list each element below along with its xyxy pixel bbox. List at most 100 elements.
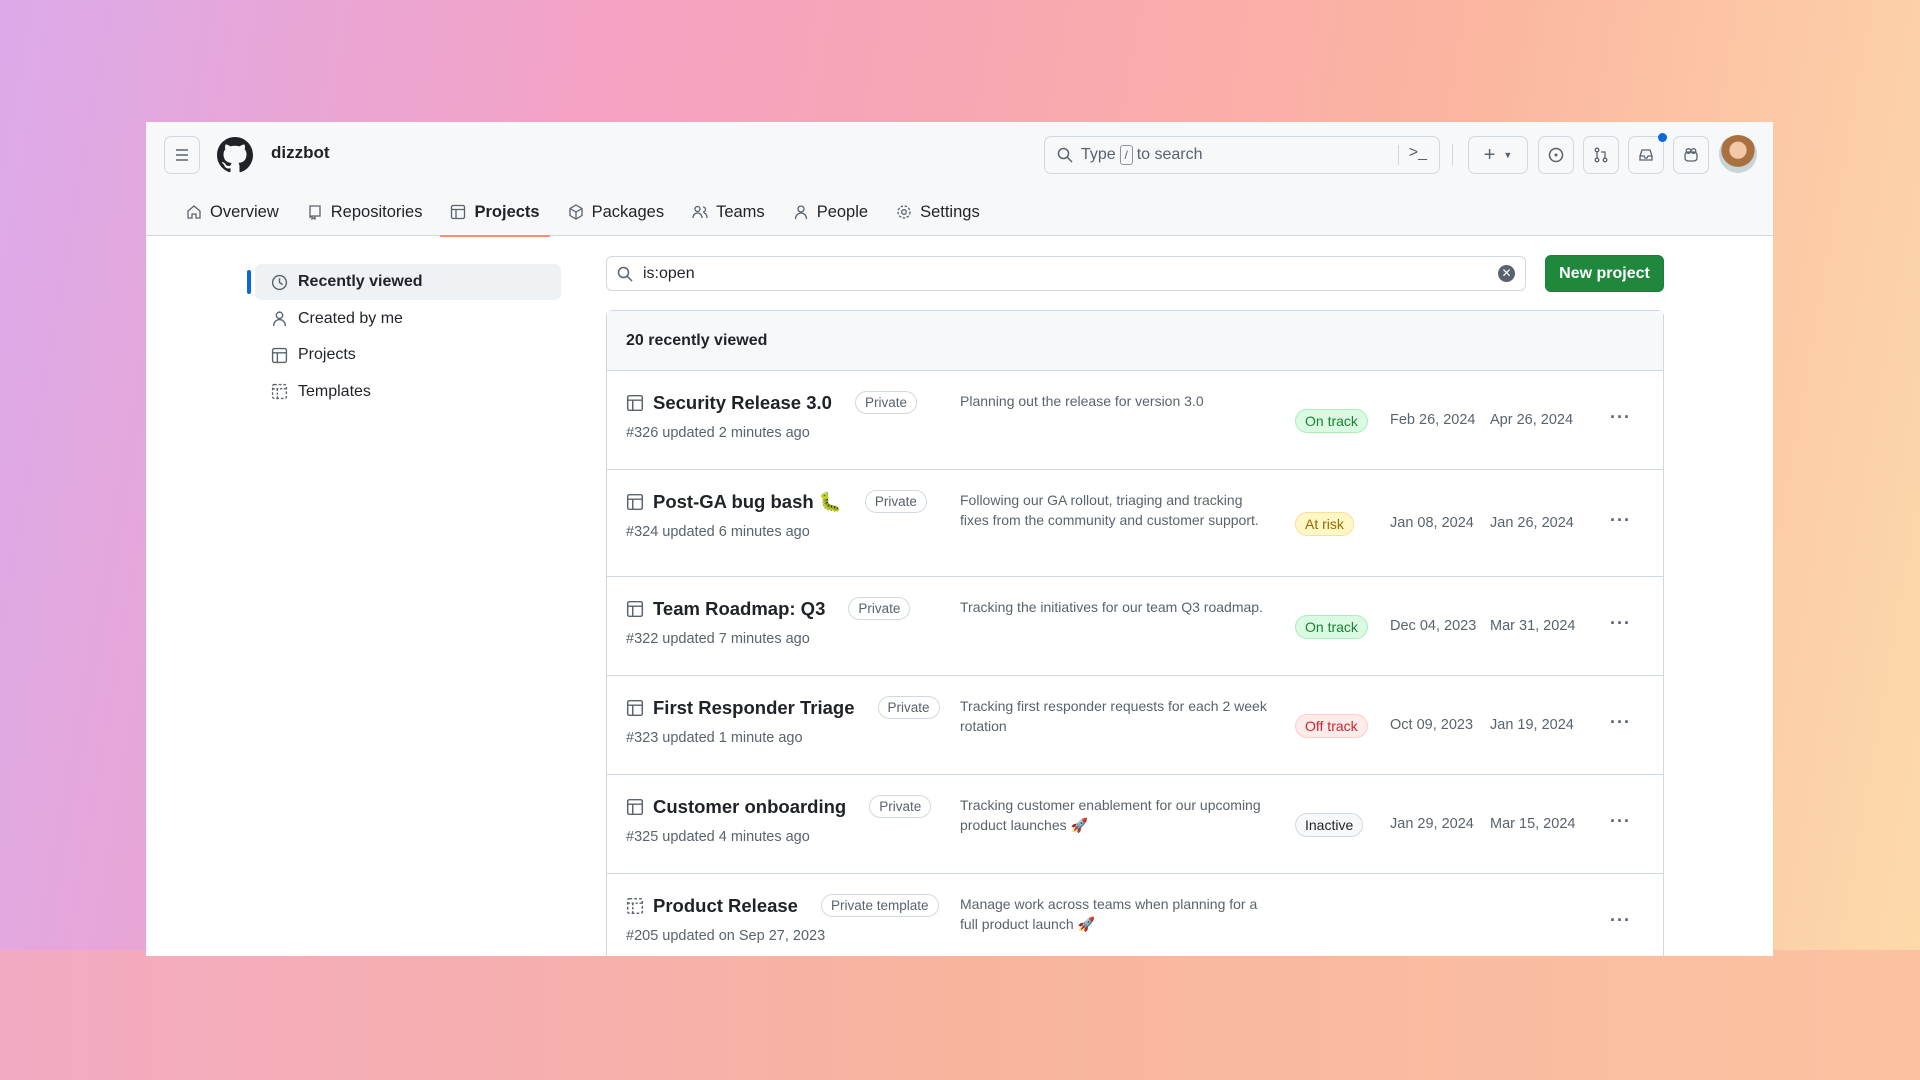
tab-packages[interactable]: Packages [554,188,678,236]
tab-label: Teams [716,202,765,221]
more-options-icon[interactable]: ··· [1610,510,1631,531]
project-row[interactable]: Post-GA bug bash 🐛 Private #324 updated 6… [607,470,1663,577]
list-heading: 20 recently viewed [607,311,1663,371]
search-shortcut-key: / [1119,145,1133,165]
avatar[interactable] [1719,135,1757,173]
caret-down-icon: ▼ [1503,150,1513,160]
pull-requests-button[interactable] [1583,136,1619,174]
table-icon [451,204,466,220]
tab-repositories[interactable]: Repositories [293,188,437,236]
more-options-icon[interactable]: ··· [1610,613,1631,634]
project-meta: #322 updated 7 minutes ago [626,631,810,647]
sidebar-item-templates[interactable]: Templates [255,374,561,410]
project-title[interactable]: Product Release [653,895,798,917]
tab-teams[interactable]: Teams [678,188,779,236]
project-meta: #325 updated 4 minutes ago [626,829,810,845]
clock-icon [271,274,288,290]
clear-filter-icon[interactable]: ✕ [1498,265,1515,282]
visibility-badge: Private [848,597,911,620]
menu-button[interactable] [164,136,200,174]
project-row[interactable]: Team Roadmap: Q3 Private #322 updated 7 m… [607,577,1663,676]
hamburger-icon [176,149,188,161]
create-new-button[interactable]: + ▼ [1468,136,1528,174]
plus-icon: + [1483,143,1496,166]
project-description: Following our GA rollout, triaging and t… [960,492,1259,528]
end-date: Mar 15, 2024 [1490,816,1576,832]
sidebar-item-label: Projects [298,346,356,363]
project-meta: #326 updated 2 minutes ago [626,425,810,441]
search-icon [1057,147,1073,163]
table-icon [626,600,644,617]
visibility-badge: Private [877,696,940,719]
visibility-badge: Private [854,391,917,414]
filter-input[interactable]: is:open ✕ [606,256,1526,291]
start-date: Jan 29, 2024 [1390,816,1474,832]
project-title[interactable]: First Responder Triage [653,697,855,719]
project-title[interactable]: Post-GA bug bash 🐛 [653,491,842,513]
project-description: Tracking customer enablement for our upc… [960,797,1261,833]
sidebar-item-recently-viewed[interactable]: Recently viewed [247,264,561,300]
project-title[interactable]: Customer onboarding [653,796,846,818]
app-window: dizzbot Type / to search >_ + ▼ Overview Rep… [146,122,1773,956]
end-date: Apr 26, 2024 [1490,412,1574,428]
sidebar-item-projects[interactable]: Projects [255,337,561,373]
sidebar-item-label: Recently viewed [298,273,423,290]
copilot-icon [1684,148,1698,162]
search-placeholder-pre: Type [1081,146,1116,163]
more-options-icon[interactable]: ··· [1610,910,1631,931]
org-name[interactable]: dizzbot [271,143,330,163]
tab-settings[interactable]: Settings [882,188,994,236]
project-row[interactable]: Security Release 3.0 Private #326 updated… [607,371,1663,470]
template-icon [626,897,644,914]
copilot-button[interactable] [1673,136,1709,174]
project-meta: #205 updated on Sep 27, 2023 [626,928,826,944]
project-row[interactable]: First Responder Triage Private #323 updat… [607,676,1663,775]
project-title[interactable]: Team Roadmap: Q3 [653,598,825,620]
home-icon [187,205,201,219]
sidebar: Recently viewed Created by me Projects Temp… [247,264,561,410]
more-options-icon[interactable]: ··· [1610,407,1631,428]
sidebar-item-label: Templates [298,382,371,400]
project-title[interactable]: Security Release 3.0 [653,392,832,414]
global-search[interactable]: Type / to search >_ [1044,136,1440,174]
start-date: Dec 04, 2023 [1390,618,1477,634]
tab-projects[interactable]: Projects [436,188,553,237]
status-badge: On track [1295,615,1368,639]
search-placeholder-post: to search [1136,146,1203,163]
inbox-button[interactable] [1628,133,1667,174]
issue-icon [1548,147,1564,163]
tab-label: Settings [920,202,980,221]
header: dizzbot Type / to search >_ + ▼ Overview Rep… [146,122,1773,237]
table-icon [626,394,644,411]
people-icon [692,205,708,219]
inbox-icon [1639,149,1653,161]
project-row[interactable]: Customer onboarding Private #325 updated … [607,775,1663,874]
project-meta: #324 updated 6 minutes ago [626,524,810,540]
tab-people[interactable]: People [779,188,882,236]
command-palette-icon[interactable]: >_ [1409,144,1427,162]
project-description: Planning out the release for version 3.0 [960,393,1204,409]
end-date: Mar 31, 2024 [1490,618,1576,634]
gear-icon [897,205,911,219]
new-project-button[interactable]: New project [1545,255,1664,292]
tab-label: People [816,202,869,221]
more-options-icon[interactable]: ··· [1610,811,1631,832]
project-description: Tracking the initiatives for our team Q3… [960,599,1263,615]
github-logo-icon[interactable] [217,137,253,173]
issues-button[interactable] [1538,136,1574,174]
tab-overview[interactable]: Overview [172,188,293,236]
project-row[interactable]: Product Release Private template #205 upd… [607,874,1663,956]
status-badge: On track [1295,409,1368,433]
repo-icon [309,205,321,220]
tab-label: Overview [210,202,279,221]
table-icon [626,493,644,510]
project-meta: #323 updated 1 minute ago [626,730,803,746]
more-options-icon[interactable]: ··· [1610,712,1631,733]
tab-label: Repositories [330,202,423,221]
table-icon [626,699,644,716]
end-date: Jan 19, 2024 [1490,717,1574,733]
table-icon [271,347,288,363]
visibility-badge: Private template [820,894,939,917]
sidebar-item-created-by-me[interactable]: Created by me [255,301,561,337]
person-icon [272,311,287,326]
